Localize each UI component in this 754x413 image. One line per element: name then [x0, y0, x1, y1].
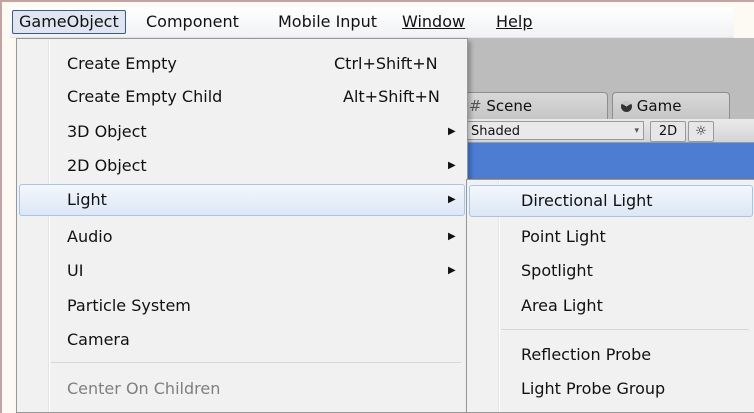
menu-help[interactable]: Help — [490, 10, 538, 34]
submenu-item-area-light[interactable]: Area Light — [469, 290, 753, 322]
submenu-arrow-icon: ▶ — [448, 160, 456, 171]
tab-game[interactable]: Game — [612, 92, 730, 119]
menu-bar: GameObject Component Mobile Input Window… — [10, 7, 734, 38]
menu-item-light[interactable]: Light ▶ — [19, 184, 465, 216]
submenu-item-label: Spotlight — [521, 261, 593, 280]
scene-view[interactable] — [460, 143, 754, 181]
light-submenu: Directional Light Point Light Spotlight … — [466, 179, 754, 413]
menu-item-label: UI — [67, 261, 84, 280]
submenu-item-label: Point Light — [521, 227, 606, 246]
submenu-arrow-icon: ▶ — [448, 265, 456, 276]
menu-item-label: 3D Object — [67, 122, 147, 141]
menu-separator — [51, 362, 461, 363]
submenu-item-label: Directional Light — [521, 191, 653, 210]
menu-item-label: Center On Children — [67, 379, 221, 398]
menu-item-label: Create Empty Child — [67, 87, 223, 106]
submenu-item-label: Light Probe Group — [521, 379, 666, 398]
submenu-arrow-icon: ▶ — [448, 126, 456, 137]
tab-scene-label: Scene — [486, 97, 533, 115]
menu-item-label: Camera — [67, 330, 130, 349]
submenu-arrow-icon: ▶ — [448, 194, 456, 205]
window-frame-left — [0, 0, 2, 413]
hash-icon: # — [469, 97, 482, 115]
menu-item-shortcut: Alt+Shift+N — [343, 87, 440, 106]
shading-mode-value: Shaded — [471, 124, 520, 139]
shading-mode-dropdown[interactable]: Shaded ▾ — [466, 121, 644, 140]
tab-game-label: Game — [636, 97, 682, 115]
menu-window[interactable]: Window — [396, 10, 471, 34]
menu-gameobject[interactable]: GameObject — [12, 10, 126, 34]
submenu-item-reflection-probe[interactable]: Reflection Probe — [469, 339, 753, 371]
lighting-toggle-button[interactable]: ☼ — [688, 121, 714, 142]
menu-item-center-on-children: Center On Children — [19, 373, 465, 405]
menu-item-create-empty[interactable]: Create Empty Ctrl+Shift+N — [19, 48, 465, 80]
sun-icon: ☼ — [695, 124, 707, 139]
menu-item-ui[interactable]: UI ▶ — [19, 255, 465, 287]
submenu-item-spotlight[interactable]: Spotlight — [469, 255, 753, 287]
dropdown-arrow-icon: ▾ — [634, 126, 639, 136]
menu-item-label: 2D Object — [67, 156, 147, 175]
menu-item-label: Create Empty — [67, 54, 177, 73]
window-frame-top — [0, 0, 754, 2]
submenu-item-light-probe-group[interactable]: Light Probe Group — [469, 373, 753, 405]
submenu-item-label: Area Light — [521, 296, 603, 315]
menu-item-2d-object[interactable]: 2D Object ▶ — [19, 150, 465, 182]
menu-component[interactable]: Component — [140, 10, 245, 34]
menu-item-label: Audio — [67, 227, 113, 246]
menu-item-particle-system[interactable]: Particle System — [19, 290, 465, 322]
tab-scene[interactable]: # Scene — [460, 92, 608, 119]
menu-item-label: Light — [67, 190, 107, 209]
menu-item-audio[interactable]: Audio ▶ — [19, 221, 465, 253]
toggle-2d-button[interactable]: 2D — [650, 121, 686, 142]
menu-item-label: Particle System — [67, 296, 191, 315]
submenu-item-label: Reflection Probe — [521, 345, 652, 364]
menu-item-3d-object[interactable]: 3D Object ▶ — [19, 116, 465, 148]
submenu-item-directional-light[interactable]: Directional Light — [469, 185, 753, 217]
scene-toolbar: Shaded ▾ 2D ☼ — [460, 119, 754, 143]
submenu-item-point-light[interactable]: Point Light — [469, 221, 753, 253]
menu-item-camera[interactable]: Camera — [19, 324, 465, 356]
gameobject-menu: Create Empty Ctrl+Shift+N Create Empty C… — [16, 38, 468, 413]
menu-mobile-input[interactable]: Mobile Input — [272, 10, 383, 34]
menu-item-shortcut: Ctrl+Shift+N — [334, 54, 438, 73]
submenu-arrow-icon: ▶ — [448, 231, 456, 242]
submenu-separator — [501, 329, 749, 330]
menu-item-create-empty-child[interactable]: Create Empty Child Alt+Shift+N — [19, 81, 465, 113]
pacman-icon — [621, 101, 632, 112]
